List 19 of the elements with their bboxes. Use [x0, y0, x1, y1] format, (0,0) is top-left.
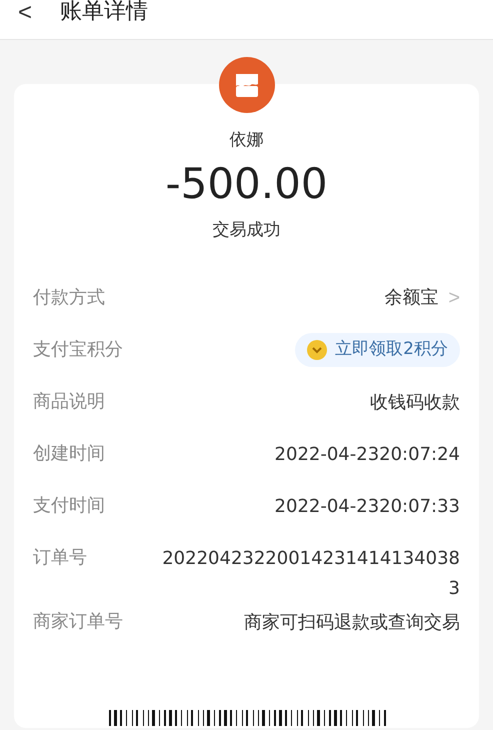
amount: -500.00 [164, 158, 329, 210]
field-value: 收钱码收款 [369, 391, 460, 415]
field-label: 商家订单号 [33, 610, 123, 634]
back-button[interactable]: < [18, 1, 32, 25]
payment-method-link[interactable]: 余额宝 > [384, 284, 460, 312]
field-label: 商品说明 [33, 390, 105, 414]
merchant-name: 依娜 [228, 129, 264, 152]
field-label: 创建时间 [33, 442, 105, 466]
field-label: 支付宝积分 [33, 338, 123, 362]
field-value: 2022-04-2320:07:24 [274, 443, 460, 467]
field-label: 订单号 [33, 546, 87, 570]
field-label: 付款方式 [33, 286, 105, 310]
claim-points-button[interactable]: 立即领取2积分 [295, 333, 460, 367]
field-value: 2022-04-2320:07:33 [274, 495, 460, 519]
field-value: 商家可扫码退款或查询交易 [243, 611, 460, 635]
field-value: 20220423220014231414134038 3 [161, 547, 460, 601]
field-label: 支付时间 [33, 494, 105, 518]
status-text: 交易成功 [212, 219, 282, 242]
coin-icon [307, 340, 328, 360]
